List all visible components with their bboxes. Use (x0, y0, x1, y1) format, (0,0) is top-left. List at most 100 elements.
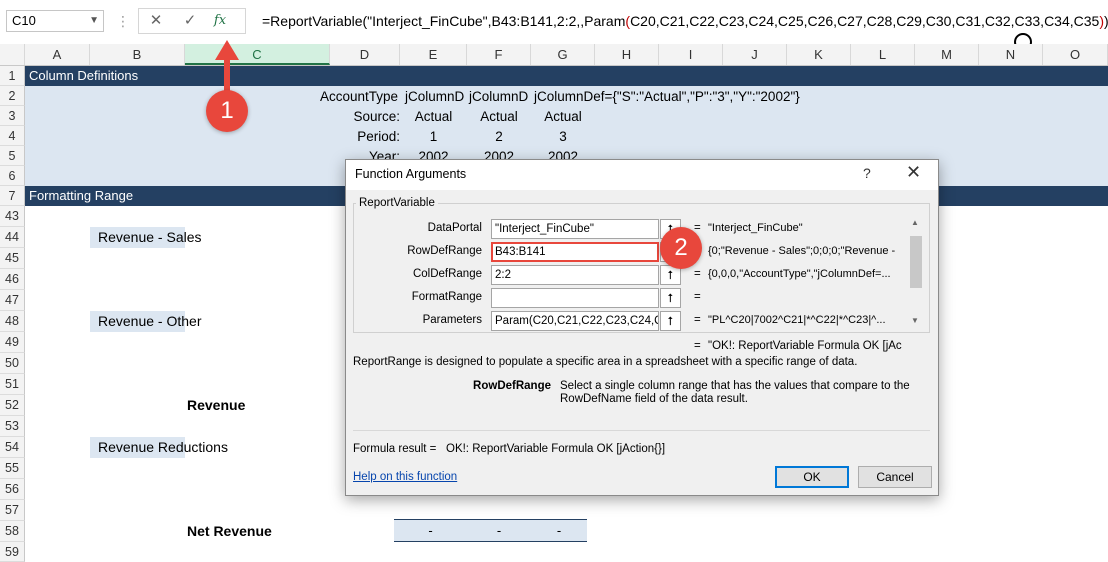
row-header[interactable]: 56 (0, 479, 25, 500)
column-header[interactable]: L (851, 44, 915, 65)
column-header[interactable]: F (467, 44, 531, 65)
row-header[interactable]: 43 (0, 206, 25, 227)
scroll-down-icon[interactable]: ▼ (911, 316, 919, 325)
row-header[interactable]: 7 (0, 186, 25, 206)
close-icon[interactable]: ✕ (906, 162, 921, 183)
collapse-dialog-icon[interactable]: ⭡ (660, 288, 681, 308)
row-header[interactable]: 4 (0, 126, 25, 146)
cell-period-e[interactable]: 1 (400, 129, 467, 144)
row-header[interactable]: 2 (0, 86, 25, 106)
column-header[interactable]: H (595, 44, 659, 65)
net-revenue-values: - - - (394, 519, 587, 542)
column-header[interactable]: K (787, 44, 851, 65)
dialog-title: Function Arguments (355, 167, 467, 181)
row-header[interactable]: 49 (0, 332, 25, 353)
row-header[interactable]: 55 (0, 458, 25, 479)
formula-input[interactable]: =ReportVariable("Interject_FinCube",B43:… (262, 10, 1108, 32)
cell-period-f[interactable]: 2 (467, 129, 531, 144)
row-header[interactable]: 44 (0, 227, 25, 248)
select-all-corner[interactable] (0, 44, 25, 65)
column-header[interactable]: E (400, 44, 467, 65)
arg-label: ColDefRange (412, 268, 482, 280)
row-header[interactable]: 6 (0, 166, 25, 186)
cell-period-label[interactable]: Period: (340, 129, 400, 144)
cell-period-g[interactable]: 3 (531, 129, 595, 144)
name-box-value: C10 (12, 13, 36, 28)
column-header[interactable]: N (979, 44, 1043, 65)
cell-revenue[interactable]: Revenue (187, 395, 245, 416)
column-header-selected[interactable]: C (185, 44, 330, 65)
cancel-button[interactable]: Cancel (858, 466, 932, 488)
column-headers: A B C D E F G H I J K L M N O (0, 44, 1108, 66)
name-box[interactable]: C10 ▼ (6, 10, 104, 32)
function-description: ReportRange is designed to populate a sp… (353, 356, 858, 368)
arg-label: DataPortal (427, 222, 482, 234)
cell-jcolumn-e[interactable]: jColumnD (405, 89, 464, 104)
row-header[interactable]: 48 (0, 311, 25, 332)
column-header[interactable]: D (330, 44, 400, 65)
formula-bar: C10 ▼ ⋮ ✕ ✓ fx =ReportVariable("Interjec… (0, 0, 1108, 45)
row-header[interactable]: 59 (0, 542, 25, 562)
help-link[interactable]: Help on this function (353, 471, 457, 483)
cancel-icon[interactable]: ✕ (145, 11, 167, 31)
cell-source-f[interactable]: Actual (467, 109, 531, 124)
function-name: ReportVariable (356, 197, 438, 209)
cell-revenue-sales[interactable]: Revenue - Sales (90, 227, 202, 248)
scrollbar-thumb[interactable] (910, 236, 922, 288)
row-header[interactable]: 58 (0, 521, 25, 542)
row-header[interactable]: 57 (0, 500, 25, 521)
formula-main: =ReportVariable("Interject_FinCube",B43:… (262, 13, 626, 29)
net-revenue-value[interactable]: - (394, 520, 467, 541)
parameters-input[interactable]: Param(C20,C21,C22,C23,C24,C25 (491, 311, 659, 331)
row-header[interactable]: 46 (0, 269, 25, 290)
column-header[interactable]: J (723, 44, 787, 65)
cell-jcolumndef-g[interactable]: jColumnDef={"S":"Actual","P":"3","Y":"20… (534, 89, 800, 104)
arg-value: {0,0,0,"AccountType","jColumnDef=... (708, 268, 891, 280)
net-revenue-value[interactable]: - (467, 520, 531, 541)
cell-source-e[interactable]: Actual (400, 109, 467, 124)
row-header[interactable]: 52 (0, 395, 25, 416)
column-header[interactable]: B (90, 44, 185, 65)
row-header[interactable]: 5 (0, 146, 25, 166)
cell-revenue-other[interactable]: Revenue - Other (90, 311, 202, 332)
column-header[interactable]: I (659, 44, 723, 65)
row-header[interactable]: 45 (0, 248, 25, 269)
cell-source-g[interactable]: Actual (531, 109, 595, 124)
row-header[interactable]: 50 (0, 353, 25, 374)
row-header[interactable]: 47 (0, 290, 25, 311)
column-header[interactable]: O (1043, 44, 1108, 65)
net-revenue-value[interactable]: - (531, 520, 587, 541)
cell-source-label[interactable]: Source: (350, 109, 400, 124)
row-header[interactable]: 3 (0, 106, 25, 126)
row-header[interactable]: 51 (0, 374, 25, 395)
chevron-down-icon[interactable]: ▼ (89, 11, 99, 31)
cell-net-revenue[interactable]: Net Revenue (187, 521, 272, 542)
column-header[interactable]: M (915, 44, 979, 65)
annotation-badge: 1 (206, 90, 248, 132)
arguments-scrollbar[interactable]: ▲ ▼ (908, 218, 923, 328)
cell-jcolumn-f[interactable]: jColumnD (469, 89, 528, 104)
equals-sign: = (694, 340, 701, 352)
insert-function-icon[interactable]: fx (209, 11, 231, 31)
equals-sign: = (694, 268, 701, 280)
row-header[interactable]: 54 (0, 437, 25, 458)
arg-label: Parameters (422, 314, 482, 326)
row-header[interactable]: 1 (0, 66, 25, 86)
formatrange-input[interactable] (491, 288, 659, 308)
check-icon[interactable]: ✓ (179, 11, 201, 31)
dialog-title-bar[interactable]: Function Arguments ? ✕ (346, 160, 938, 190)
column-header[interactable]: A (25, 44, 90, 65)
coldefrange-input[interactable]: 2:2 (491, 265, 659, 285)
annotation-arrow-stem (224, 58, 230, 94)
row-header[interactable]: 53 (0, 416, 25, 437)
cell-revenue-reductions[interactable]: Revenue Reductions (90, 437, 228, 458)
help-icon[interactable]: ? (863, 165, 871, 181)
equals-sign: = (694, 291, 701, 303)
collapse-dialog-icon[interactable]: ⭡ (660, 311, 681, 331)
cell-account-type[interactable]: AccountType (320, 89, 398, 104)
dataportal-input[interactable]: "Interject_FinCube" (491, 219, 659, 239)
scroll-up-icon[interactable]: ▲ (911, 218, 919, 227)
ok-button[interactable]: OK (775, 466, 849, 488)
rowdefrange-input[interactable]: B43:B141 (491, 242, 659, 262)
column-header[interactable]: G (531, 44, 595, 65)
